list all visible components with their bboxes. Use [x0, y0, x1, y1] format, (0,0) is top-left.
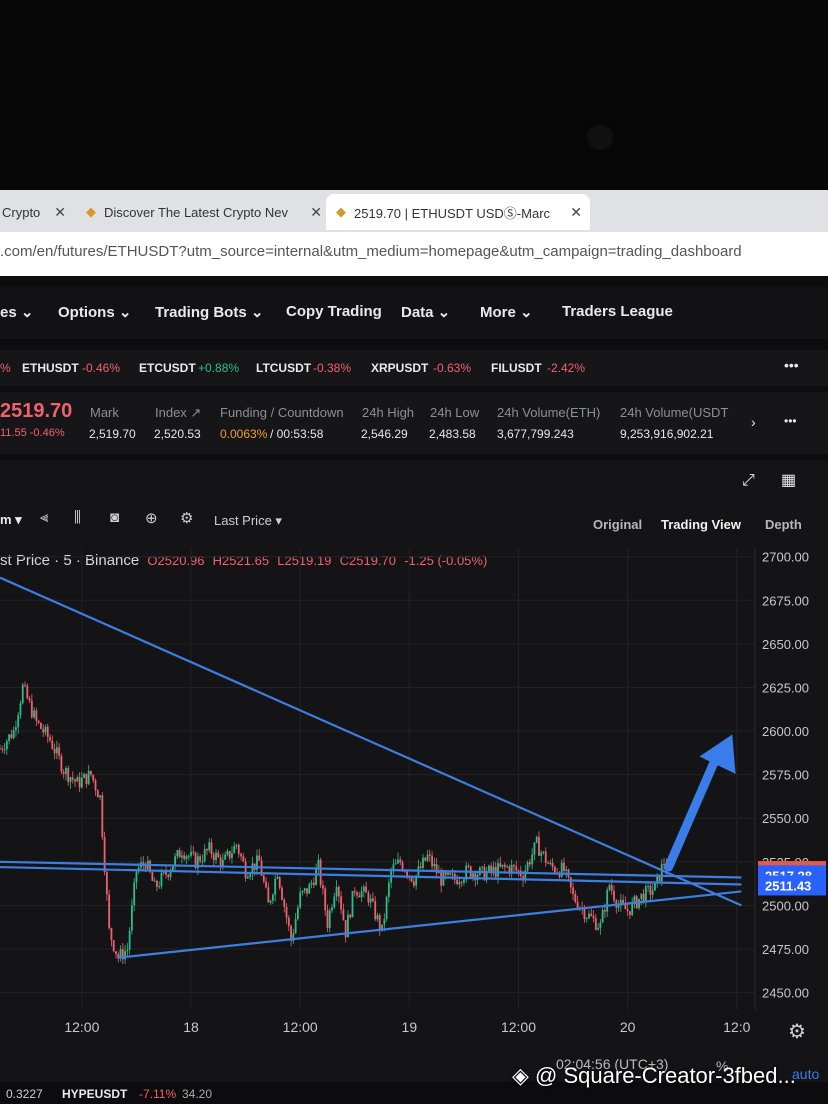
camera-icon[interactable]: ◙	[110, 509, 119, 526]
funding-countdown: / 00:53:58	[270, 427, 324, 441]
ticker-symbol[interactable]: ETCUSDT	[139, 361, 196, 375]
ticker-fragment: %	[0, 361, 11, 375]
chart-title: st Price · 5 · Binance	[0, 552, 140, 569]
ticker-change: -2.42%	[547, 361, 586, 375]
view-original[interactable]: Original	[593, 517, 642, 532]
ticker-change: -0.38%	[313, 361, 352, 375]
bottom-change: -7.11%	[139, 1087, 177, 1101]
ticker-bar: % ETHUSDT -0.46% ETCUSDT +0.88% LTCUSDT …	[0, 350, 828, 386]
close-icon[interactable]: ✕	[566, 203, 582, 221]
high-label: 24h High	[362, 405, 415, 420]
chevron-right-icon[interactable]: ›	[751, 414, 756, 430]
watermark: ◈ @ Square-Creator-3fbed...	[512, 1063, 796, 1089]
tab-label: Discover The Latest Crypto Nev	[104, 204, 288, 220]
ohlc-low: L2519.19	[277, 553, 332, 568]
tab-ethusdt[interactable]: ◆ 2519.70 | ETHUSDT USDⓈ-Marc ✕	[326, 194, 590, 230]
ohlc-open: O2520.96	[147, 553, 205, 568]
tab-label: Crypto	[2, 204, 41, 220]
ticker-symbol[interactable]: FILUSDT	[491, 361, 542, 375]
tab-crypto[interactable]: Crypto ✕	[0, 194, 74, 230]
nav-item-es[interactable]: es ⌄	[0, 303, 33, 321]
chart-legend: st Price · 5 · Binance O2520.96 H2521.65…	[0, 552, 487, 569]
interval-select[interactable]: m ▾	[0, 512, 22, 528]
top-nav: es ⌄ Options ⌄ Trading Bots ⌄ Copy Tradi…	[0, 287, 828, 339]
close-icon[interactable]: ✕	[306, 203, 322, 221]
index-value: 2,520.53	[154, 427, 201, 441]
tab-discover[interactable]: ◆ Discover The Latest Crypto Nev ✕	[76, 194, 330, 230]
nav-item-data[interactable]: Data ⌄	[401, 303, 450, 321]
ohlc-change: -1.25 (-0.05%)	[404, 553, 488, 568]
chart-panel: ⤢ ▦ m ▾ ⫷ ⫼ ◙ ⊕ ⚙ Last Price ▾ Original …	[0, 460, 828, 1104]
ticker-change: -0.63%	[433, 361, 472, 375]
ticker-change: +0.88%	[198, 361, 240, 375]
price-type-select[interactable]: Last Price ▾	[214, 513, 282, 529]
nav-item-more[interactable]: More ⌄	[480, 303, 533, 321]
ohlc-close: C2519.70	[339, 553, 397, 568]
ticker-change: -0.46%	[82, 361, 121, 375]
grid-layout-icon[interactable]: ▦	[781, 470, 796, 490]
bottom-price: 0.3227	[6, 1087, 43, 1101]
low-label: 24h Low	[430, 405, 480, 420]
mark-value: 2,519.70	[89, 427, 136, 441]
nav-item-trading-bots[interactable]: Trading Bots ⌄	[155, 303, 263, 321]
tab-label: 2519.70 | ETHUSDT USDⓈ-Marc	[354, 205, 551, 221]
market-stats-bar: 2519.70 11.55 -0.46% Mark 2,519.70 Index…	[0, 392, 828, 454]
price-change: 11.55 -0.46%	[0, 427, 65, 439]
volume-eth-value: 3,677,799.243	[497, 427, 574, 441]
nav-item-traders-league[interactable]: Traders League	[562, 303, 673, 320]
binance-logo-icon: ◆	[86, 204, 96, 219]
view-trading-view[interactable]: Trading View	[661, 517, 741, 532]
bottom-symbol[interactable]: HYPEUSDT	[62, 1087, 127, 1101]
settings-gear-icon[interactable]: ⚙	[180, 509, 193, 527]
ticker-symbol[interactable]: XRPUSDT	[371, 361, 428, 375]
url-text[interactable]: .com/en/futures/ETHUSDT?utm_source=inter…	[0, 243, 742, 260]
close-icon[interactable]: ✕	[54, 204, 66, 221]
nav-item-options[interactable]: Options ⌄	[58, 303, 131, 321]
bottom-extra: 34.20	[182, 1087, 213, 1101]
add-circle-icon[interactable]: ⊕	[145, 509, 158, 527]
funding-rate: 0.0063%	[220, 427, 268, 441]
volume-usdt-label: 24h Volume(USDT	[620, 405, 729, 420]
low-value: 2,483.58	[429, 427, 476, 441]
candle-type-icon[interactable]: ⫼	[74, 509, 81, 526]
expand-icon[interactable]: ⤢	[742, 472, 755, 490]
high-value: 2,546.29	[361, 427, 408, 441]
index-label: Index ↗	[155, 405, 202, 420]
nav-item-copy-trading[interactable]: Copy Trading	[286, 303, 382, 320]
browser-tab-bar: Crypto ✕ ◆ Discover The Latest Crypto Ne…	[0, 190, 828, 404]
view-depth[interactable]: Depth	[765, 517, 802, 532]
screen-bezel	[0, 0, 828, 190]
diamond-logo-icon: ◈	[512, 1063, 529, 1088]
last-price: 2519.70	[0, 400, 73, 422]
indicator-icon[interactable]: ⫷	[40, 509, 48, 526]
watermark-text: @ Square-Creator-3fbed...	[535, 1063, 796, 1088]
camera-dot	[589, 126, 611, 148]
binance-logo-icon: ◆	[336, 204, 346, 219]
auto-toggle[interactable]: auto	[792, 1066, 819, 1082]
address-bar[interactable]: .com/en/futures/ETHUSDT?utm_source=inter…	[0, 232, 828, 277]
ticker-symbol[interactable]: LTCUSDT	[256, 361, 311, 375]
mark-label: Mark	[90, 405, 119, 420]
ohlc-high: H2521.65	[212, 553, 270, 568]
more-dots-icon[interactable]: •••	[784, 414, 797, 428]
volume-usdt-value: 9,253,916,902.21	[620, 427, 714, 441]
volume-eth-label: 24h Volume(ETH)	[497, 405, 601, 420]
chart-settings-icon[interactable]: ⚙	[788, 1019, 806, 1044]
ticker-symbol[interactable]: ETHUSDT	[22, 361, 79, 375]
more-dots-icon[interactable]: •••	[784, 357, 799, 373]
funding-label: Funding / Countdown	[220, 405, 344, 420]
